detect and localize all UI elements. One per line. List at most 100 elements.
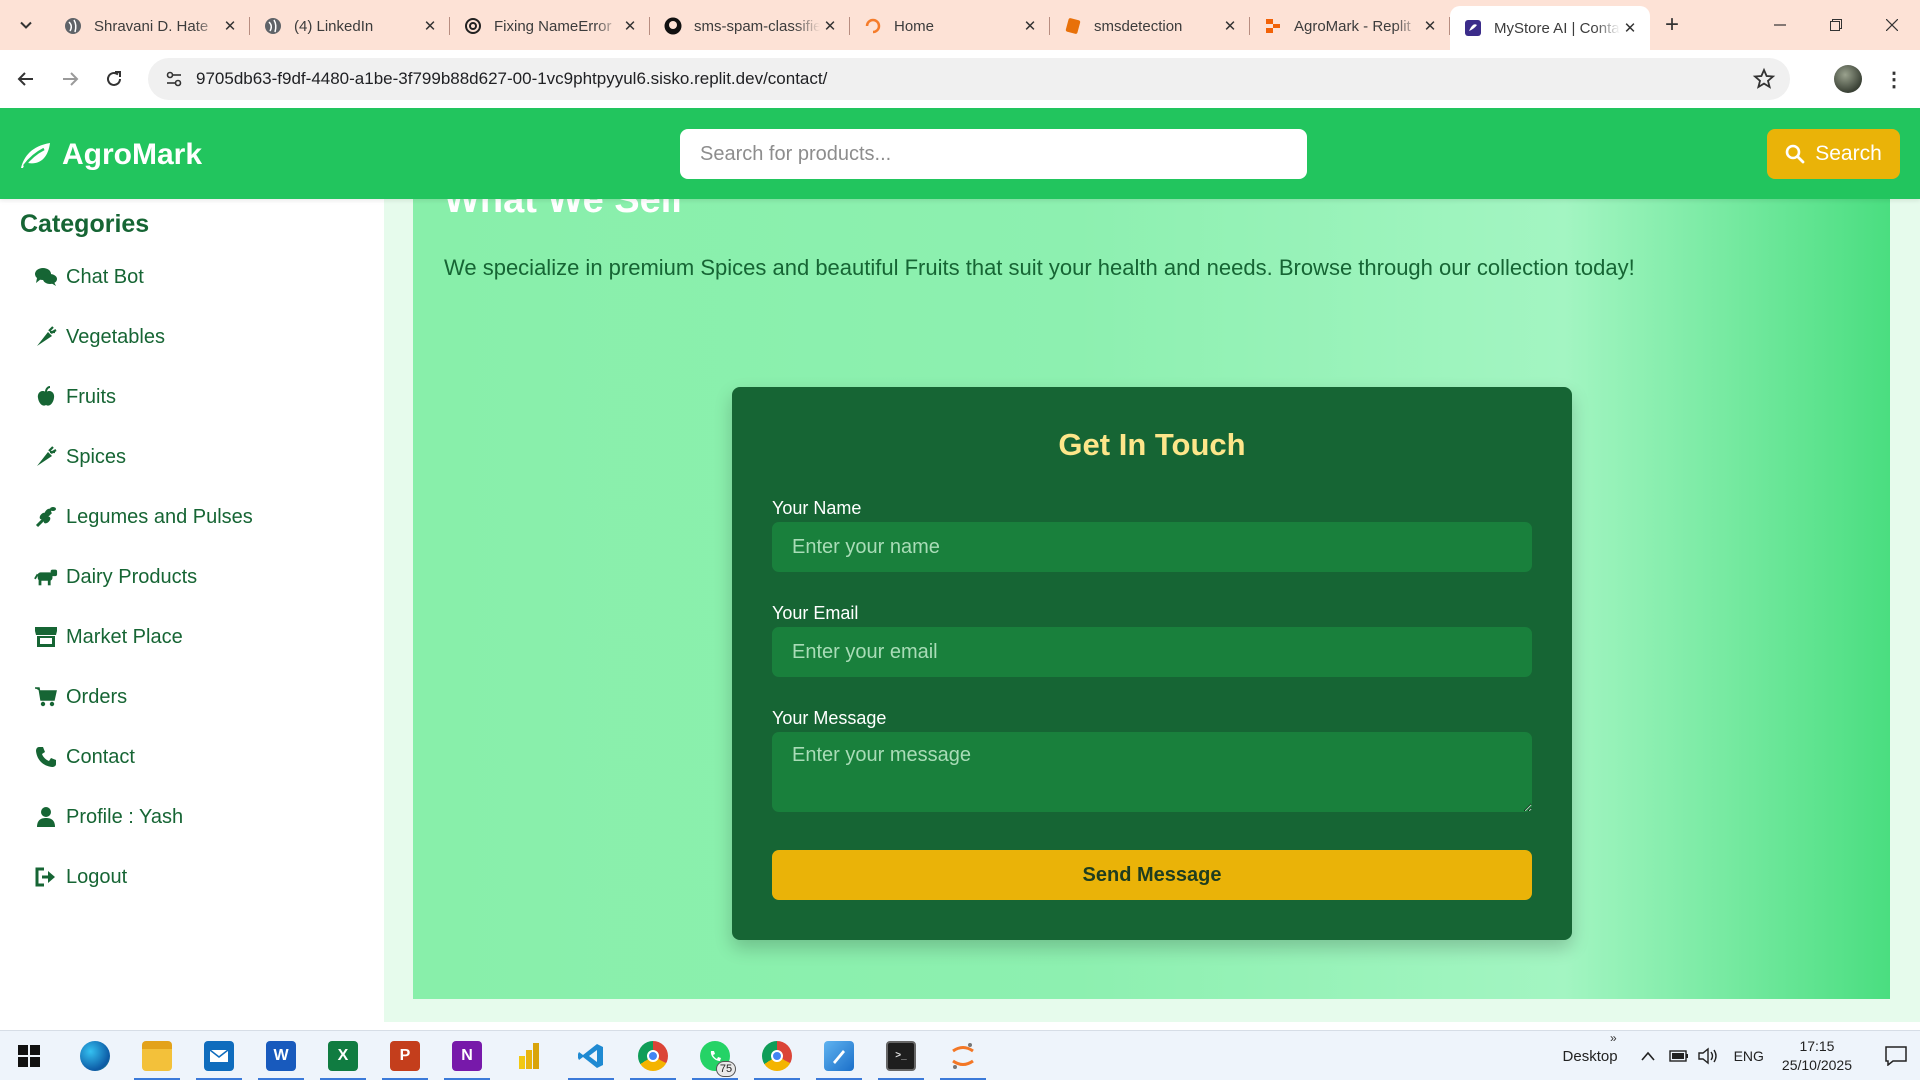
phone-icon [34,745,58,769]
sidebar-item-chat-bot[interactable]: Chat Bot [34,247,253,307]
chrome-icon [638,1040,668,1071]
language-indicator[interactable]: ENG [1734,1048,1764,1064]
sidebar-item-dairy-products[interactable]: Dairy Products [34,547,253,607]
site-logo[interactable]: AgroMark [18,138,202,172]
terminal-icon: >_ [886,1040,916,1071]
new-tab-button[interactable]: + [1654,7,1690,43]
clock-date: 25/10/2025 [1781,1057,1852,1073]
store-icon [1464,19,1482,37]
taskbar-onenote[interactable]: N [436,1031,498,1080]
browser-tab[interactable]: (4) LinkedIn ✕ [250,6,450,46]
sidebar-item-legumes-and-pulses[interactable]: Legumes and Pulses [34,487,253,547]
browser-tab-strip: Shravani D. Hate ✕ (4) LinkedIn ✕ Fixing… [0,0,1920,50]
address-bar[interactable]: 9705db63-f9df-4480-a1be-3f799b88d627-00-… [148,58,1790,100]
apple-icon [34,385,58,409]
taskbar-file-explorer[interactable] [126,1031,188,1080]
window-controls [1752,0,1920,50]
sidebar-item-logout[interactable]: Logout [34,847,253,907]
browser-tab[interactable]: smsdetection ✕ [1050,6,1250,46]
seedling-icon [34,505,58,529]
taskbar-mail[interactable] [188,1031,250,1080]
close-icon[interactable]: ✕ [1420,16,1440,36]
taskbar-power-bi[interactable] [498,1031,560,1080]
paint-icon [824,1040,854,1071]
desktop-toolbar-label[interactable]: Desktop [1563,1048,1618,1065]
battery-icon[interactable] [1666,1044,1690,1068]
taskbar-paint[interactable] [808,1031,870,1080]
taskbar-chrome-profile[interactable] [622,1031,684,1080]
browser-tab[interactable]: sms-spam-classifier ✕ [650,6,850,46]
product-search-input[interactable] [680,129,1307,179]
sidebar-item-vegetables[interactable]: Vegetables [34,307,253,367]
taskbar-vscode[interactable] [560,1031,622,1080]
close-icon[interactable]: ✕ [420,16,440,36]
category-list: Chat Bot Vegetables Fruits Spices Legume… [34,247,253,907]
browser-tab[interactable]: Shravani D. Hate ✕ [50,6,250,46]
word-icon: W [266,1040,296,1071]
send-message-button[interactable]: Send Message [772,850,1532,900]
restore-button[interactable] [1808,0,1864,50]
browser-tab[interactable]: Fixing NameError ✕ [450,6,650,46]
forward-button[interactable] [52,61,88,97]
logout-icon [34,865,58,889]
taskbar-apps: W X P N 75 >_ [64,1031,994,1080]
chevron-up-icon[interactable] [1636,1044,1660,1068]
user-icon [34,805,58,829]
browser-menu-icon[interactable]: ⋮ [1880,65,1908,93]
tab-title: sms-spam-classifier [694,17,820,35]
jupyter-icon [948,1041,978,1071]
close-icon[interactable]: ✕ [220,16,240,36]
close-icon[interactable]: ✕ [820,16,840,36]
sidebar-item-orders[interactable]: Orders [34,667,253,727]
globe-icon [264,17,282,35]
sidebar-item-label: Spices [66,445,127,468]
excel-icon: X [328,1040,358,1071]
browser-tab[interactable]: Home ✕ [850,6,1050,46]
taskbar-excel[interactable]: X [312,1031,374,1080]
sidebar-item-label: Profile : Yash [66,805,184,828]
taskbar-word[interactable]: W [250,1031,312,1080]
name-field[interactable] [772,522,1532,572]
profile-avatar[interactable] [1834,65,1862,93]
close-icon[interactable]: ✕ [1220,16,1240,36]
search-button-label: Search [1815,142,1882,165]
volume-icon[interactable] [1696,1044,1720,1068]
windows-logo-icon [18,1044,40,1067]
sidebar-item-profile[interactable]: Profile : Yash [34,787,253,847]
site-info-icon[interactable] [162,67,186,91]
sidebar-item-label: Vegetables [66,325,165,348]
taskbar-powerpoint[interactable]: P [374,1031,436,1080]
taskbar-jupyter[interactable] [932,1031,994,1080]
browser-tab-active[interactable]: MyStore AI | Contact ✕ [1450,6,1650,50]
tab-title: AgroMark - Replit [1294,17,1411,35]
sidebar-item-label: Logout [66,865,128,888]
tab-list: Shravani D. Hate ✕ (4) LinkedIn ✕ Fixing… [50,6,1650,50]
close-icon[interactable]: ✕ [620,16,640,36]
sidebar-item-fruits[interactable]: Fruits [34,367,253,427]
taskbar-edge[interactable] [64,1031,126,1080]
sidebar-item-market-place[interactable]: Market Place [34,607,253,667]
reload-button[interactable] [96,61,132,97]
tab-search-button[interactable] [8,7,44,43]
notification-center-button[interactable] [1872,1031,1920,1080]
sidebar-title: Categories [20,210,150,238]
clock[interactable]: 17:15 25/10/2025 [1782,1037,1852,1075]
browser-tab[interactable]: AgroMark - Replit ✕ [1250,6,1450,46]
sidebar-item-label: Fruits [66,385,116,408]
start-button[interactable] [0,1031,58,1080]
taskbar-terminal[interactable]: >_ [870,1031,932,1080]
bookmark-star-icon[interactable] [1752,67,1776,91]
close-icon[interactable]: ✕ [1020,16,1040,36]
back-button[interactable] [8,61,44,97]
email-field[interactable] [772,627,1532,677]
message-field[interactable] [772,732,1532,812]
close-icon[interactable]: ✕ [1620,18,1640,38]
search-button[interactable]: Search [1767,129,1900,179]
restore-icon [1830,19,1842,31]
minimize-button[interactable] [1752,0,1808,50]
taskbar-chrome[interactable] [746,1031,808,1080]
taskbar-whatsapp[interactable]: 75 [684,1031,746,1080]
close-window-button[interactable] [1864,0,1920,50]
sidebar-item-spices[interactable]: Spices [34,427,253,487]
sidebar-item-contact[interactable]: Contact [34,727,253,787]
